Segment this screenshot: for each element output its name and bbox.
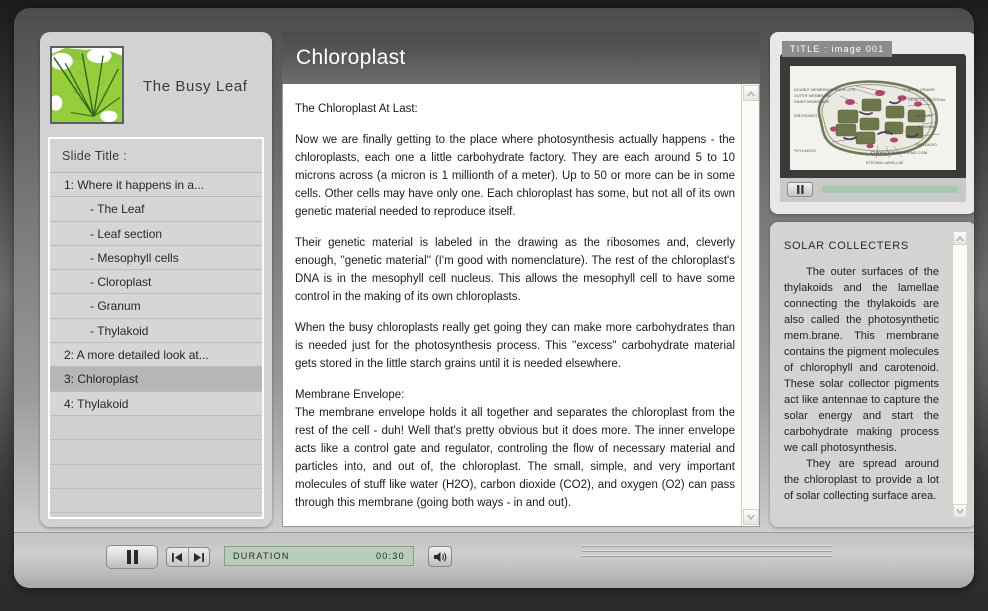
slide-list-item-empty bbox=[50, 488, 262, 514]
decorative-lines bbox=[582, 545, 832, 561]
svg-text:GENETIC MATERIAL: GENETIC MATERIAL bbox=[908, 98, 946, 102]
pause-icon[interactable] bbox=[787, 182, 813, 197]
svg-text:THYLAKOID: THYLAKOID bbox=[915, 143, 937, 147]
leaf-image bbox=[50, 46, 124, 124]
svg-text:STARCH GRAINS: STARCH GRAINS bbox=[903, 88, 935, 92]
chloroplast-diagram: DOUBLE MEMBRANE ENVELOPE OUTER MEMBRANE … bbox=[790, 66, 956, 170]
prev-next-group bbox=[166, 547, 210, 567]
skip-previous-icon[interactable] bbox=[167, 548, 189, 566]
image-title-badge: TITLE : image 001 bbox=[782, 41, 893, 57]
slide-list-item[interactable]: - Granum bbox=[50, 294, 262, 319]
solar-paragraph: The outer surfaces of the thylakoids and… bbox=[784, 266, 939, 454]
skip-next-icon[interactable] bbox=[189, 548, 210, 566]
article-paragraph: Their genetic material is labeled in the… bbox=[295, 237, 735, 303]
slide-rows-container: 1: Where it happens in a... - The Leaf - L… bbox=[50, 173, 262, 514]
image-panel: TITLE : image 001 DOUBLE MEMBRANE ENVELO… bbox=[770, 32, 974, 214]
slide-list-item[interactable]: - Mesophyll cells bbox=[50, 245, 262, 271]
chevron-down-icon[interactable] bbox=[953, 504, 967, 518]
article-paragraph: The membrane envelope holds it all toget… bbox=[295, 407, 735, 509]
slide-list-item[interactable]: - Leaf section bbox=[50, 221, 262, 246]
svg-text:WWW.FTEXPLORING.COM: WWW.FTEXPLORING.COM bbox=[876, 151, 927, 155]
article-paragraph: Membrane Envelope: bbox=[295, 389, 405, 401]
svg-text:STROMA: STROMA bbox=[918, 125, 935, 129]
image-progress-bar[interactable] bbox=[822, 186, 958, 193]
sidebar-panel: The Busy Leaf Slide Title : 1: Where it … bbox=[40, 32, 272, 527]
main-title: Chloroplast bbox=[282, 32, 760, 84]
slide-list-item-empty bbox=[50, 415, 262, 441]
solar-scrollbar[interactable] bbox=[952, 230, 968, 519]
speaker-icon[interactable] bbox=[428, 546, 452, 567]
svg-text:GRANUM: GRANUM bbox=[915, 114, 932, 118]
article-text: The Chloroplast At Last: Now we are final… bbox=[295, 100, 735, 512]
slide-list-item[interactable]: 4: Thylakoid bbox=[50, 391, 262, 416]
player-toolbar: DURATION 00:30 edesigntree interactive c… bbox=[14, 532, 974, 588]
slide-list-item[interactable]: - Cloroplast bbox=[50, 270, 262, 295]
image-frame: DOUBLE MEMBRANE ENVELOPE OUTER MEMBRANE … bbox=[780, 54, 966, 202]
slide-list-item[interactable]: - Thylakoid bbox=[50, 318, 262, 344]
main-scrollbar[interactable] bbox=[741, 84, 759, 526]
svg-text:RIBOSOMES: RIBOSOMES bbox=[794, 114, 818, 118]
chevron-down-icon[interactable] bbox=[743, 509, 759, 525]
duration-display[interactable]: DURATION 00:30 bbox=[224, 546, 414, 566]
article-paragraph: When the busy chloroplasts really get go… bbox=[295, 322, 735, 370]
slide-list-item[interactable]: 2: A more detailed look at... bbox=[50, 343, 262, 368]
svg-text:THYLAKOID: THYLAKOID bbox=[794, 149, 816, 153]
main-body: The Chloroplast At Last: Now we are final… bbox=[282, 84, 760, 527]
solar-paragraph: They are spread around the chloroplast t… bbox=[784, 458, 939, 502]
pause-icon[interactable] bbox=[106, 545, 158, 569]
svg-text:STROMA LAMELLAE: STROMA LAMELLAE bbox=[866, 161, 904, 165]
solar-heading: SOLAR COLLECTERS bbox=[784, 240, 909, 252]
slide-list-item-empty bbox=[50, 464, 262, 489]
application-stage: The Busy Leaf Slide Title : 1: Where it … bbox=[14, 8, 974, 588]
chevron-up-icon[interactable] bbox=[953, 231, 967, 245]
solar-collecters-panel: SOLAR COLLECTERS The outer surfaces of t… bbox=[770, 222, 974, 527]
slide-list: Slide Title : 1: Where it happens in a..… bbox=[48, 137, 264, 519]
chevron-up-icon[interactable] bbox=[743, 85, 759, 101]
svg-text:OUTER MEMBRANE: OUTER MEMBRANE bbox=[794, 94, 832, 98]
slide-list-header: Slide Title : bbox=[50, 139, 262, 173]
main-content-panel: Chloroplast The Chloroplast At Last: Now … bbox=[282, 32, 760, 527]
svg-text:DOUBLE MEMBRANE ENVELOPE: DOUBLE MEMBRANE ENVELOPE bbox=[794, 88, 856, 92]
article-paragraph: Now we are finally getting to the place … bbox=[295, 134, 735, 218]
image-player-controls bbox=[780, 178, 966, 202]
svg-text:INNER MEMBRANE: INNER MEMBRANE bbox=[794, 100, 830, 104]
slide-list-item[interactable]: 1: Where it happens in a... bbox=[50, 173, 262, 198]
page-title: The Busy Leaf bbox=[143, 78, 248, 95]
slide-list-item[interactable]: - The Leaf bbox=[50, 197, 262, 222]
duration-value: 00:30 bbox=[375, 551, 405, 561]
slide-list-item[interactable]: 3: Chloroplast bbox=[50, 367, 262, 392]
article-paragraph: The Chloroplast At Last: bbox=[295, 103, 418, 115]
slide-list-item-empty bbox=[50, 440, 262, 465]
duration-label: DURATION bbox=[233, 551, 290, 561]
solar-text: The outer surfaces of the thylakoids and… bbox=[784, 264, 939, 509]
